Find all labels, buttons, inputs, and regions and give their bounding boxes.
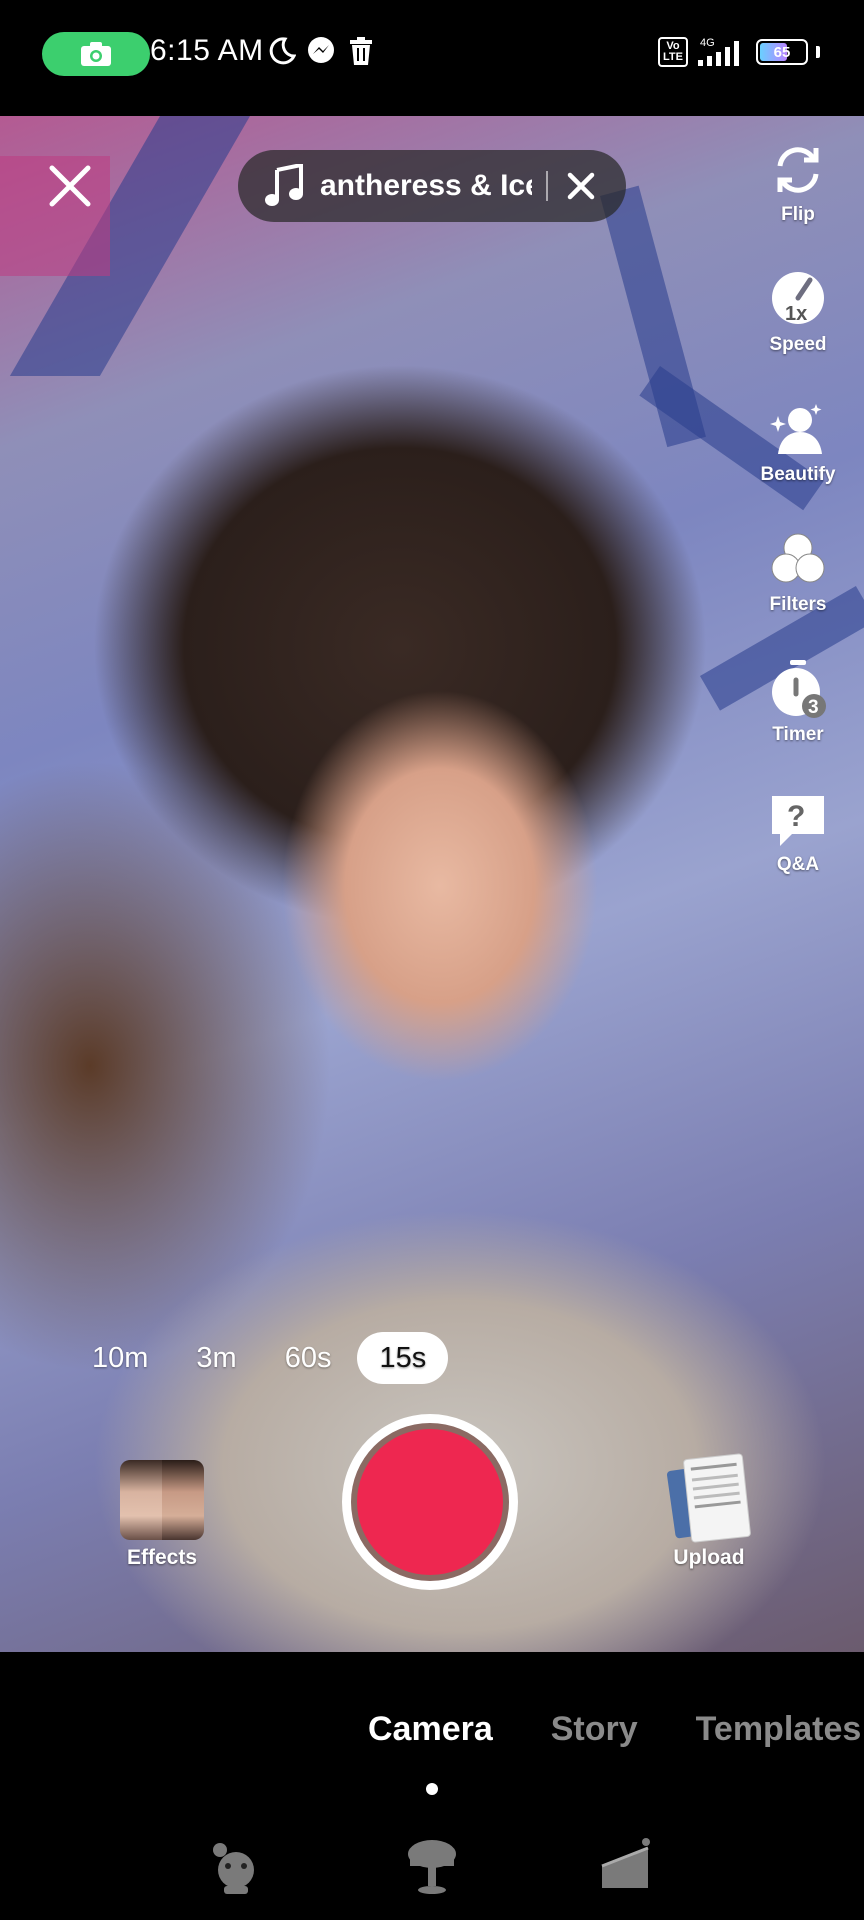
filters-button[interactable]: Filters xyxy=(742,530,854,616)
music-title: antheress & Ice xyxy=(320,169,532,202)
flip-button[interactable]: Flip xyxy=(742,140,854,226)
cake-slice-icon[interactable] xyxy=(598,1836,658,1896)
svg-text:?: ? xyxy=(787,800,805,833)
upload-button[interactable]: Upload xyxy=(654,1453,764,1570)
add-sound-pill[interactable]: antheress & Ice xyxy=(238,150,626,222)
signal-icon: 4G xyxy=(698,37,739,66)
tab-camera[interactable]: Camera xyxy=(368,1710,493,1749)
messenger-icon xyxy=(308,37,334,63)
duration-10m[interactable]: 10m xyxy=(70,1332,170,1384)
music-note-icon xyxy=(265,164,303,206)
battery-level: 65 xyxy=(773,43,791,61)
record-button[interactable] xyxy=(342,1414,518,1590)
filters-label: Filters xyxy=(769,594,827,615)
duration-15s[interactable]: 15s xyxy=(357,1332,449,1384)
speed-label: Speed xyxy=(769,334,827,355)
camera-icon xyxy=(81,42,111,66)
qa-button[interactable]: ? Q&A xyxy=(742,790,854,876)
status-time: 6:15 AM xyxy=(150,34,264,67)
pill-divider xyxy=(546,171,548,201)
timer-icon: 3 xyxy=(772,660,826,718)
effects-thumbnail xyxy=(120,1460,204,1540)
speed-value: 1x xyxy=(785,303,807,325)
timer-button[interactable]: 3 Timer xyxy=(742,660,854,746)
mascot-icon[interactable] xyxy=(206,1836,266,1896)
status-bar: 6:15 AM Vo LTE 4G 65 xyxy=(0,0,864,116)
close-icon[interactable] xyxy=(44,160,96,212)
upload-label: Upload xyxy=(673,1546,745,1569)
speed-icon: 1x xyxy=(772,272,824,325)
flip-label: Flip xyxy=(781,204,815,225)
qa-label: Q&A xyxy=(776,854,820,875)
record-dot xyxy=(357,1429,503,1575)
effects-button[interactable]: Effects xyxy=(116,1460,208,1570)
qa-icon: ? xyxy=(772,796,824,846)
effects-label: Effects xyxy=(126,1546,198,1569)
bottom-tray xyxy=(0,1836,864,1900)
flip-icon xyxy=(777,147,819,193)
tab-story[interactable]: Story xyxy=(551,1710,638,1749)
status-right: Vo LTE 4G 65 xyxy=(658,36,820,68)
tab-templates[interactable]: Templates xyxy=(696,1710,862,1749)
active-mode-indicator xyxy=(426,1783,438,1795)
remove-sound-icon[interactable] xyxy=(564,169,598,203)
speed-button[interactable]: 1x Speed xyxy=(742,270,854,356)
trash-icon xyxy=(350,37,372,65)
upload-thumbnail xyxy=(666,1453,752,1543)
duration-3m[interactable]: 3m xyxy=(174,1332,258,1384)
duration-60s[interactable]: 60s xyxy=(263,1332,354,1384)
timer-label: Timer xyxy=(772,724,824,745)
screen-record-indicator[interactable] xyxy=(42,32,150,76)
mode-tabs: Camera Story Templates xyxy=(368,1710,864,1749)
beautify-icon xyxy=(770,404,822,454)
timer-value: 3 xyxy=(808,697,819,718)
volte-badge: Vo LTE xyxy=(658,37,688,67)
beautify-label: Beautify xyxy=(760,464,836,485)
duration-selector: 10m 3m 60s 15s xyxy=(70,1332,452,1384)
network-type: 4G xyxy=(700,37,715,49)
cake-stand-icon[interactable] xyxy=(402,1836,462,1896)
beautify-button[interactable]: Beautify xyxy=(742,400,854,486)
moon-icon xyxy=(269,37,296,65)
filters-icon xyxy=(771,533,825,583)
battery-icon: 65 xyxy=(756,39,808,65)
